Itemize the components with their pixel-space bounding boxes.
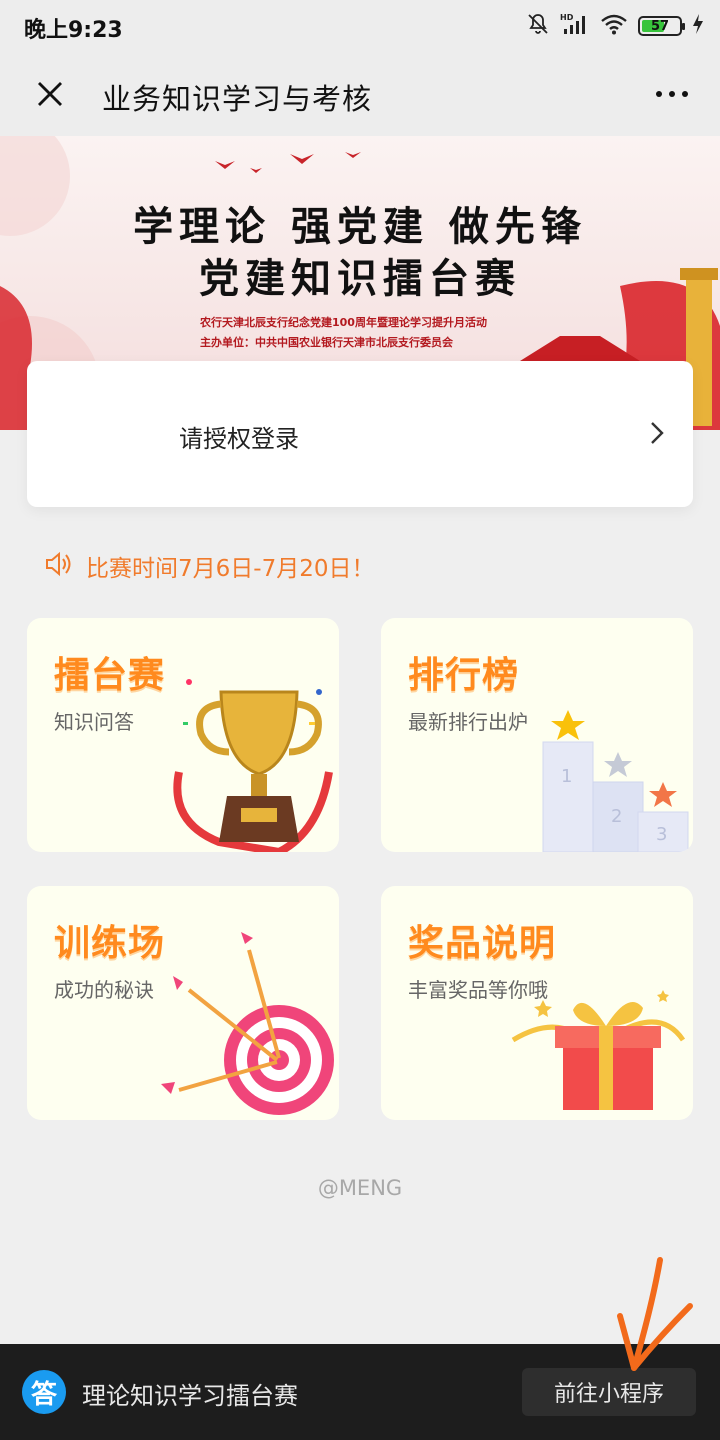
close-button[interactable] [30, 74, 70, 114]
svg-text:HD: HD [560, 13, 574, 22]
mute-icon [526, 12, 550, 40]
status-icons: HD 57 [526, 12, 704, 40]
charging-icon [692, 13, 704, 39]
svg-text:3: 3 [656, 824, 667, 845]
battery-level: 57 [650, 18, 670, 34]
card-arena[interactable]: 擂台赛 知识问答 [27, 618, 339, 852]
card-title: 擂台赛 [54, 655, 166, 696]
speaker-icon [44, 550, 74, 582]
trophy-icon [173, 679, 333, 852]
status-bar: 晚上9:23 HD 57 [0, 0, 720, 52]
notice-bar: 比赛时间7月6日-7月20日！ [44, 550, 374, 582]
svg-text:2: 2 [611, 806, 622, 827]
target-icon [161, 932, 334, 1115]
annotation-arrow-icon [617, 1257, 693, 1371]
nav-bar: 业务知识学习与考核 [0, 52, 720, 136]
close-icon [38, 82, 62, 106]
notice-text: 比赛时间7月6日-7月20日！ [86, 556, 375, 582]
card-training[interactable]: 训练场 成功的秘诀 [27, 886, 339, 1120]
banner-title-line1: 学理论 强党建 做先锋 [133, 203, 587, 250]
battery-icon: 57 [638, 16, 685, 36]
card-subtitle: 成功的秘诀 [54, 978, 154, 1002]
card-prizes[interactable]: 奖品说明 丰富奖品等你哦 [381, 886, 693, 1120]
svg-text:1: 1 [561, 766, 572, 787]
chevron-right-icon [645, 419, 669, 447]
mini-program-title: 理论知识学习擂台赛 [82, 1382, 298, 1410]
banner-subtitle-event: 农行天津北辰支行纪念党建100周年暨理论学习提升月活动 [200, 316, 487, 329]
more-icon [656, 91, 688, 97]
login-card[interactable]: 请授权登录 [27, 361, 693, 507]
more-button[interactable] [648, 80, 696, 108]
status-time: 晚上9:23 [24, 18, 123, 43]
app-badge-icon: 答 [22, 1370, 66, 1414]
card-title: 训练场 [54, 923, 166, 964]
watermark: @MENG [317, 1176, 403, 1200]
card-subtitle: 知识问答 [54, 710, 134, 734]
login-label: 请授权登录 [179, 425, 299, 453]
card-title: 排行榜 [408, 655, 520, 696]
podium-icon: 1 2 3 [542, 710, 689, 852]
page-title: 业务知识学习与考核 [102, 82, 373, 116]
wifi-icon [600, 13, 628, 39]
card-title: 奖品说明 [408, 923, 557, 964]
hd-signal-icon: HD [560, 12, 590, 40]
gift-icon [511, 990, 686, 1110]
card-subtitle: 最新排行出炉 [408, 710, 528, 734]
banner-subtitle-organizer: 主办单位：中共中国农业银行天津市北辰支行委员会 [200, 336, 453, 349]
banner-title-line2: 党建知识擂台赛 [199, 255, 521, 302]
card-leaderboard[interactable]: 排行榜 最新排行出炉 1 2 3 [381, 618, 693, 852]
